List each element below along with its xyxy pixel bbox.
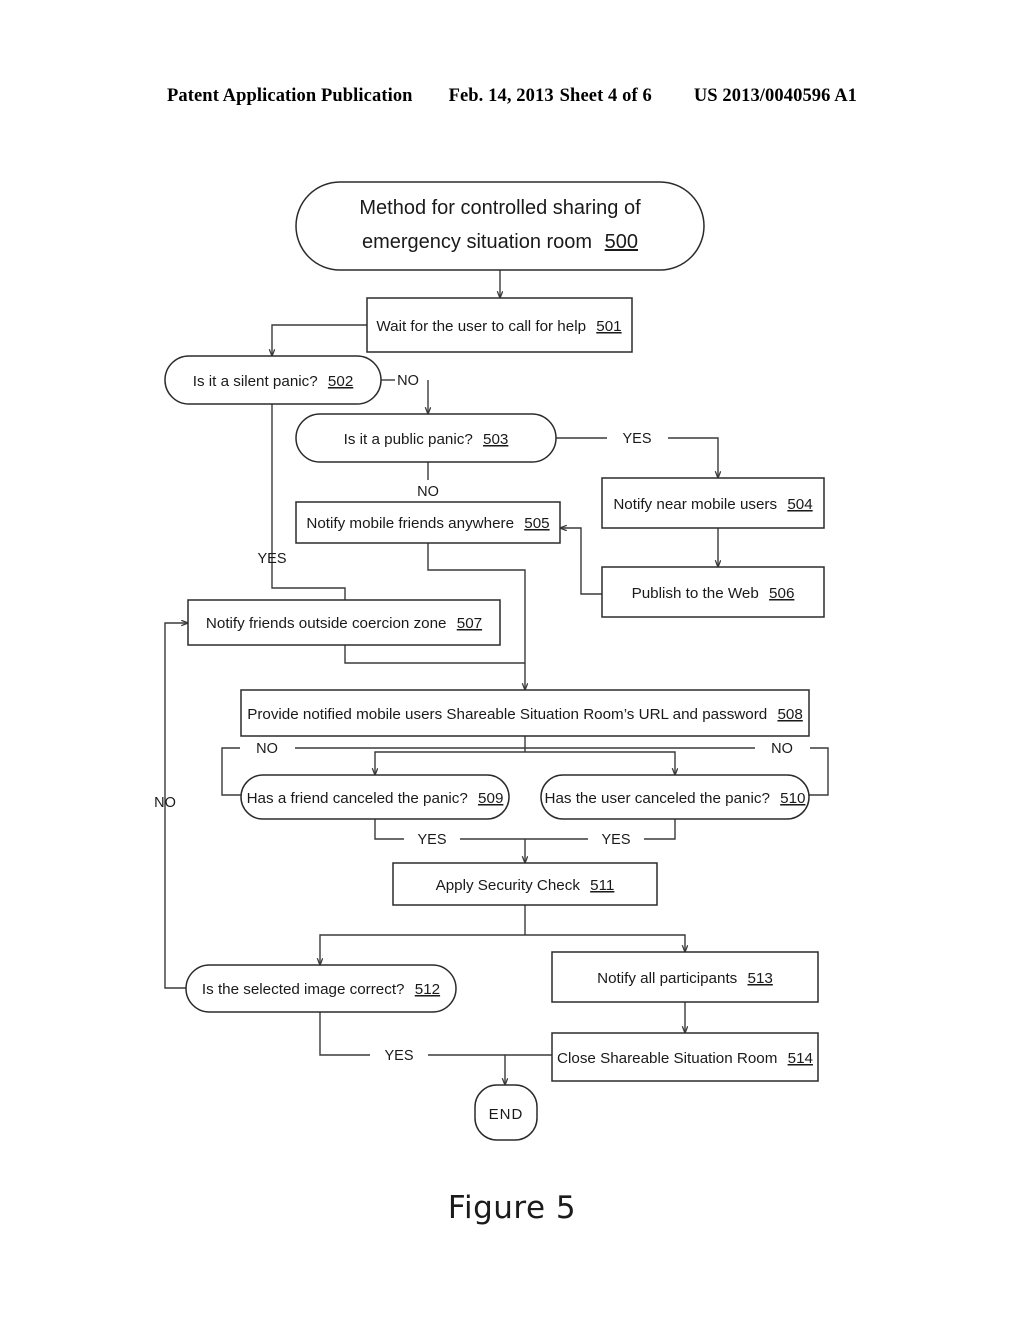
node-500-ref: 500 (605, 231, 638, 253)
figure-caption: Figure 5 (447, 1190, 577, 1226)
node-502-ref: 502 (328, 373, 353, 390)
node-514-ref: 514 (788, 1050, 813, 1067)
node-510-ref: 510 (780, 790, 805, 807)
node-500-line1: Method for controlled sharing of (359, 197, 641, 219)
edge-508-510 (525, 751, 675, 775)
svg-text:Publish to the Web 506: Publish to the Web 506 (632, 585, 795, 602)
node-513-ref: 513 (748, 970, 773, 987)
sheet-number: Sheet 4 of 6 (559, 86, 652, 106)
edge-label-502-yes: YES (257, 551, 286, 567)
node-508[interactable]: Provide notified mobile users Shareable … (240, 689, 810, 737)
publication-header: Patent Application Publication Feb. 14, … (0, 86, 1024, 107)
edge-511-512 (320, 934, 525, 965)
node-509-ref: 509 (478, 790, 503, 807)
edge-label-503-yes: YES (622, 431, 651, 447)
publication-date: Feb. 14, 2013 (448, 86, 554, 106)
svg-text:Provide notified mobile users: Provide notified mobile users Shareable … (247, 706, 803, 723)
node-514-text: Close Shareable Situation Room (557, 1050, 777, 1067)
patent-number: US 2013/0040596 A1 (693, 86, 858, 106)
node-503[interactable]: Is it a public panic? 503 (295, 413, 557, 463)
edge-509-511-yes (374, 817, 404, 840)
node-502[interactable]: Is it a silent panic? 502 (164, 355, 382, 405)
node-504-ref: 504 (787, 496, 812, 513)
edge-512-end-yes (319, 1012, 370, 1056)
node-501-text: Wait for the user to call for help (376, 318, 586, 335)
edge-501-502 (272, 324, 367, 356)
node-506-text: Publish to the Web (632, 585, 759, 602)
edge-label-512-no: NO (154, 795, 176, 811)
edge-label-510-yes: YES (601, 832, 630, 848)
patent-sheet: Patent Application Publication Feb. 14, … (0, 0, 1024, 1320)
edge-label-502-no: NO (397, 373, 419, 389)
node-500-line2: emergency situation room (362, 231, 592, 253)
edge-510-508-no (809, 747, 829, 796)
node-502-text: Is it a silent panic? (193, 373, 318, 390)
svg-text:Wait for the user to call for: Wait for the user to call for help 501 (376, 318, 621, 335)
svg-text:Has a friend canceled the pani: Has a friend canceled the panic? 509 (247, 790, 504, 807)
node-end-text: END (489, 1106, 524, 1123)
node-513[interactable]: Notify all participants 513 (551, 951, 819, 1003)
edge-label-509-no: NO (256, 741, 278, 757)
node-510-text: Has the user canceled the panic? (544, 790, 769, 807)
node-506[interactable]: Publish to the Web 506 (601, 566, 825, 618)
edge-label-503-no: NO (417, 484, 439, 500)
node-510[interactable]: Has the user canceled the panic? 510 (540, 774, 810, 820)
node-504[interactable]: Notify near mobile users 504 (601, 477, 825, 529)
node-505-text: Notify mobile friends anywhere (306, 515, 514, 532)
svg-text:Is the selected image correct?: Is the selected image correct? 512 (202, 981, 440, 998)
node-506-ref: 506 (769, 585, 794, 602)
edge-label-510-no: NO (771, 741, 793, 757)
node-507-ref: 507 (457, 615, 482, 632)
node-504-text: Notify near mobile users (613, 496, 777, 513)
svg-text:emergency situation room: emergency situation room 500 (362, 231, 638, 253)
edge-label-512-yes: YES (384, 1048, 413, 1064)
node-501[interactable]: Wait for the user to call for help 501 (366, 297, 633, 353)
edge-512-end-yes-2 (428, 1054, 505, 1085)
edge-label-509-yes: YES (417, 832, 446, 848)
node-512-ref: 512 (415, 981, 440, 998)
node-512-text: Is the selected image correct? (202, 981, 405, 998)
node-500[interactable]: Method for controlled sharing of emergen… (295, 181, 705, 271)
node-512[interactable]: Is the selected image correct? 512 (185, 964, 457, 1013)
node-end[interactable]: END (474, 1084, 538, 1141)
svg-text:Notify mobile friends anywhere: Notify mobile friends anywhere 505 (306, 515, 549, 532)
node-505[interactable]: Notify mobile friends anywhere 505 (295, 501, 561, 544)
svg-text:Notify friends outside coercio: Notify friends outside coercion zone 507 (206, 615, 482, 632)
svg-text:Has the user canceled the pani: Has the user canceled the panic? 510 (544, 790, 805, 807)
svg-text:Is it a silent panic?: Is it a silent panic? 502 (193, 373, 354, 390)
edge-510-511-yes (644, 817, 676, 840)
node-500-shape (295, 181, 705, 271)
flowchart-figure: Method for controlled sharing of emergen… (154, 181, 829, 1141)
edge-508-509 (375, 751, 525, 775)
node-501-ref: 501 (596, 318, 621, 335)
svg-text:Is it a public panic?: Is it a public panic? 503 (344, 431, 509, 448)
node-507-text: Notify friends outside coercion zone (206, 615, 447, 632)
node-503-ref: 503 (483, 431, 508, 448)
node-505-ref: 505 (524, 515, 549, 532)
node-513-text: Notify all participants (597, 970, 738, 987)
publication-label: Patent Application Publication (166, 86, 413, 106)
edge-506-505 (560, 528, 602, 595)
node-507[interactable]: Notify friends outside coercion zone 507 (187, 599, 501, 646)
edge-511-513 (525, 934, 685, 952)
node-511-ref: 511 (590, 877, 614, 894)
svg-text:Close Shareable Situation Room: Close Shareable Situation Room 514 (557, 1050, 813, 1067)
node-509[interactable]: Has a friend canceled the panic? 509 (240, 774, 510, 820)
node-503-text: Is it a public panic? (344, 431, 473, 448)
node-508-ref: 508 (777, 706, 802, 723)
node-509-text: Has a friend canceled the panic? (247, 790, 468, 807)
edge-503-504-yes-2 (668, 437, 718, 478)
node-511[interactable]: Apply Security Check 511 (392, 862, 658, 906)
node-511-text: Apply Security Check (436, 877, 581, 894)
edge-509-508-no (221, 747, 241, 796)
node-514[interactable]: Close Shareable Situation Room 514 (551, 1032, 819, 1082)
node-508-text: Provide notified mobile users Shareable … (247, 706, 767, 723)
